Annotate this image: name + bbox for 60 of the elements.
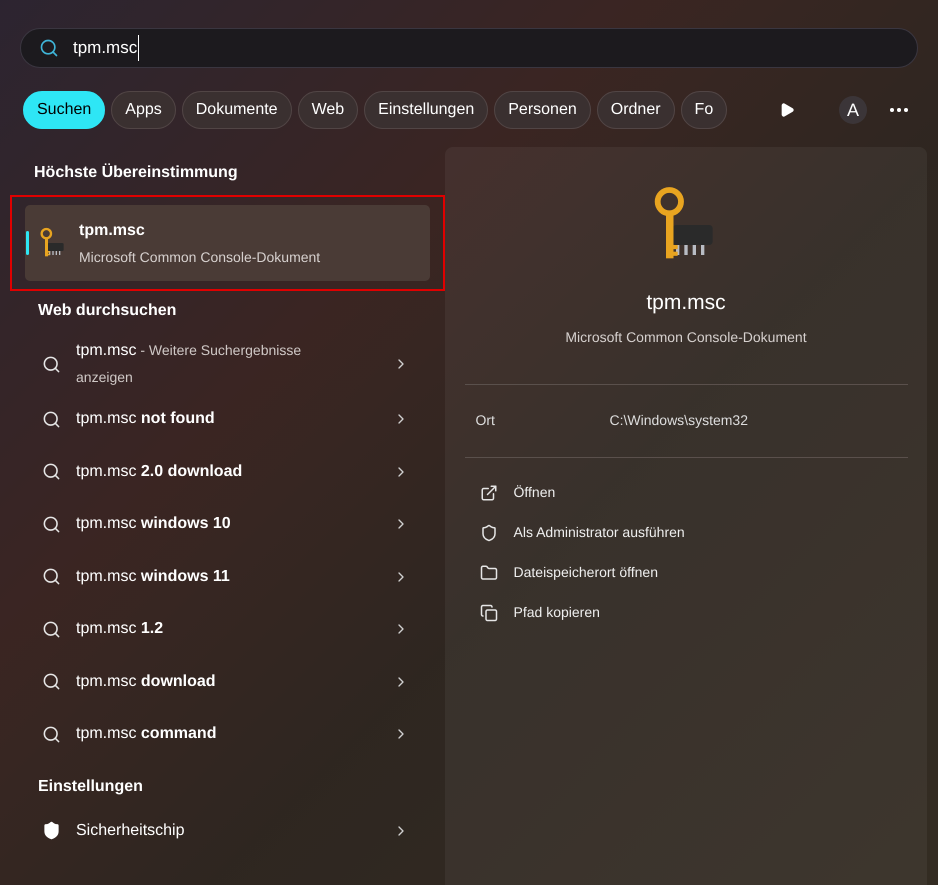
filter-tab[interactable]: Einstellungen [364,91,488,129]
search-icon [42,410,61,429]
settings-label: Sicherheitschip [76,820,184,840]
section-heading: Einstellungen [38,776,144,796]
preview-subtitle: Microsoft Common Console-Dokument [565,328,807,346]
filter-tab[interactable]: Ordner [596,91,675,129]
search-text: tpm.msc [73,35,140,61]
search-icon [42,620,61,639]
search-icon [42,354,61,374]
shield-icon [42,821,61,840]
play-icon [779,102,795,118]
filter-tab[interactable]: Web [298,91,358,129]
web-suggestion[interactable]: tpm.msc not found [42,393,409,446]
filter-tab[interactable]: Fo [680,91,728,129]
filter-tab[interactable]: Personen [494,91,591,129]
top-match-subtitle: Microsoft Common Console-Dokument [79,248,320,266]
web-suggestion[interactable]: tpm.msc windows 11 [42,550,409,603]
web-suggestion[interactable]: tpm.msc command [42,708,409,760]
action-item[interactable]: Dateispeicherort öffnen [464,552,908,592]
search-icon [42,672,61,692]
filter-tab[interactable]: Dokumente [182,91,292,129]
action-item[interactable]: Als Administrator ausführen [464,512,908,552]
suggestion-text: tpm.msc windows 11 [76,566,230,587]
suggestion-text: tpm.msc not found [76,409,215,430]
detail-value: C:\Windows\system32 [610,411,748,430]
preview-title: tpm.msc [646,290,726,316]
detail-label: Ort [476,411,496,430]
web-suggestion[interactable]: tpm.msc 1.2 [42,603,409,656]
search-icon [42,514,61,534]
web-suggestion[interactable]: tpm.msc 2.0 download [42,446,409,498]
search-field[interactable]: tpm.msc [20,28,918,68]
suggestion-text: tpm.msc 2.0 download [76,462,242,482]
selection-indicator [26,231,29,255]
shield-icon [480,524,498,542]
search-icon [42,567,61,586]
web-suggestion[interactable]: tpm.msc download [42,656,409,708]
search-icon [39,38,59,58]
web-suggestion[interactable]: tpm.msc windows 10 [42,498,409,550]
filter-tab[interactable]: Suchen [23,91,106,129]
account-avatar[interactable]: A [839,96,867,124]
web-suggestion[interactable]: tpm.msc - Weitere Suchergebnisse anzeigen [42,335,409,393]
section-heading: Höchste Übereinstimmung [34,162,239,183]
suggestion-text: tpm.msc - Weitere Suchergebnisse anzeigen [76,341,302,387]
search-icon [42,724,61,744]
action-item[interactable]: Öffnen [464,472,908,512]
top-match-title: tpm.msc [79,220,146,240]
filter-tab[interactable]: Apps [111,91,176,129]
settings-item[interactable]: Sicherheitschip [0,804,445,856]
action-item[interactable]: Pfad kopieren [464,592,908,632]
suggestion-text: tpm.msc command [76,724,216,744]
more-icon [890,108,908,112]
folder-icon [480,564,498,582]
suggestion-text: tpm.msc 1.2 [76,619,164,640]
section-heading: Web durchsuchen [38,301,178,321]
copy-icon [480,604,498,622]
top-match-item[interactable]: tpm.msc Microsoft Common Console-Dokument [25,205,430,281]
open-external-icon [480,484,498,502]
suggestion-text: tpm.msc download [76,672,216,692]
suggestion-text: tpm.msc windows 10 [76,514,231,534]
search-icon [42,462,61,482]
